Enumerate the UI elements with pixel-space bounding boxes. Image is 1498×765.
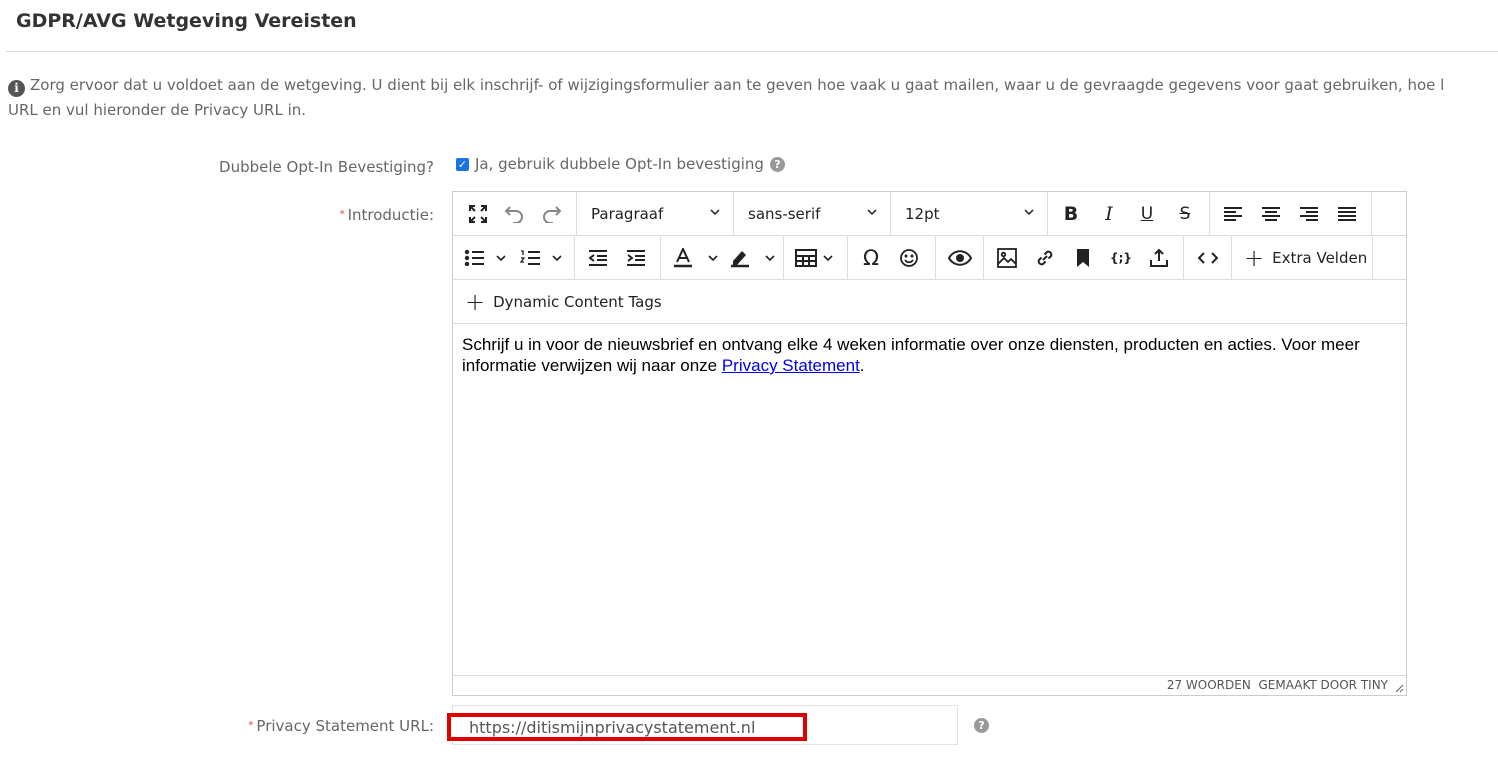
strikethrough-icon[interactable]: S — [1170, 199, 1200, 229]
required-marker: * — [339, 209, 345, 220]
font-size-select[interactable]: 12pt — [891, 192, 1048, 235]
toolbar-group-preview — [936, 236, 984, 279]
preview-eye-icon[interactable] — [945, 243, 975, 273]
privacy-statement-link[interactable]: Privacy Statement — [722, 356, 860, 375]
align-right-icon[interactable] — [1294, 199, 1324, 229]
toolbar-group-insert: Ω — [848, 236, 936, 279]
align-left-icon[interactable] — [1218, 199, 1248, 229]
toolbar-group-align — [1210, 192, 1372, 235]
code-sample-icon[interactable]: {;} — [1106, 243, 1136, 273]
privacy-url-help-icon[interactable]: ? — [974, 718, 989, 733]
extra-fields-label: Extra Velden — [1272, 249, 1368, 267]
numbered-list-icon[interactable] — [519, 243, 565, 273]
toolbar-row-1: Paragraaf sans-serif 12pt B I U S — [453, 192, 1406, 236]
special-char-icon[interactable]: Ω — [856, 243, 886, 273]
toolbar-group-color — [661, 236, 784, 279]
indent-icon[interactable] — [621, 243, 651, 273]
privacy-url-input[interactable] — [447, 713, 807, 741]
bold-icon[interactable]: B — [1056, 199, 1086, 229]
toolbar-group-format: B I U S — [1048, 192, 1210, 235]
intro-label: * Introductie: — [340, 206, 434, 224]
source-code-icon[interactable] — [1193, 243, 1223, 273]
toolbar-group-indent — [575, 236, 661, 279]
image-icon[interactable] — [992, 243, 1022, 273]
privacy-url-wrapper — [447, 705, 958, 745]
toolbar-group-table — [784, 236, 848, 279]
align-center-icon[interactable] — [1256, 199, 1286, 229]
upload-icon[interactable] — [1144, 243, 1174, 273]
toolbar-group-extra: + Extra Velden — [1232, 236, 1373, 279]
editor-statusbar: 27 WOORDEN GEMAAKT DOOR TINY — [453, 675, 1406, 695]
table-icon[interactable] — [794, 243, 840, 273]
info-line-2: URL en vul hieronder de Privacy URL in. — [8, 101, 307, 119]
plus-icon: + — [1244, 244, 1265, 272]
toolbar-group-source — [1184, 236, 1232, 279]
content-end: . — [859, 356, 865, 375]
highlight-color-icon[interactable] — [729, 243, 781, 273]
toolbar-row-2: Ω {;} + Extra Velden — [453, 236, 1406, 280]
chevron-down-icon — [867, 209, 877, 216]
info-text: i Zorg ervoor dat u voldoet aan de wetgev… — [8, 73, 1498, 123]
optin-label: Dubbele Opt-In Bevestiging? — [219, 158, 434, 176]
dynamic-content-tags-label: Dynamic Content Tags — [493, 293, 662, 311]
privacy-url-label-text: Privacy Statement URL: — [256, 717, 434, 735]
word-count[interactable]: 27 WOORDEN — [1167, 678, 1251, 692]
redo-icon[interactable] — [537, 199, 567, 229]
outdent-icon[interactable] — [583, 243, 613, 273]
rich-text-editor[interactable]: Paragraaf sans-serif 12pt B I U S Ω {;} … — [452, 191, 1407, 696]
block-format-value: Paragraaf — [591, 204, 664, 223]
optin-checkbox[interactable]: ✓ — [456, 157, 469, 171]
info-icon: i — [8, 80, 25, 97]
plus-icon: + — [465, 288, 486, 316]
font-family-value: sans-serif — [748, 204, 821, 223]
toolbar-group-history — [453, 192, 577, 235]
required-marker: * — [248, 720, 254, 731]
toolbar-row-3: + Dynamic Content Tags — [453, 280, 1406, 324]
section-divider — [6, 51, 1498, 52]
extra-fields-button[interactable]: + Extra Velden — [1244, 243, 1367, 273]
optin-checkbox-label[interactable]: Ja, gebruik dubbele Opt-In bevestiging — [475, 155, 764, 173]
block-format-select[interactable]: Paragraaf — [577, 192, 734, 235]
content-text: Schrijf u in voor de nieuwsbrief en ontv… — [462, 335, 1360, 375]
intro-label-text: Introductie: — [347, 206, 434, 224]
editor-content[interactable]: Schrijf u in voor de nieuwsbrief en ontv… — [462, 334, 1392, 376]
optin-help-icon[interactable]: ? — [769, 156, 785, 172]
info-line-1: Zorg ervoor dat u voldoet aan de wetgevi… — [30, 76, 1445, 94]
bullet-list-icon[interactable] — [463, 243, 509, 273]
resize-handle-icon[interactable] — [1395, 684, 1404, 693]
link-icon[interactable] — [1030, 243, 1060, 273]
undo-icon[interactable] — [499, 199, 529, 229]
font-family-select[interactable]: sans-serif — [734, 192, 891, 235]
tiny-branding-link[interactable]: GEMAAKT DOOR TINY — [1258, 678, 1388, 692]
underline-icon[interactable]: U — [1132, 199, 1162, 229]
italic-icon[interactable]: I — [1094, 199, 1124, 229]
align-justify-icon[interactable] — [1332, 199, 1362, 229]
text-color-icon[interactable] — [673, 243, 723, 273]
dynamic-content-tags-button[interactable]: + Dynamic Content Tags — [465, 287, 662, 317]
toolbar-group-media: {;} — [984, 236, 1184, 279]
optin-control[interactable]: ✓ Ja, gebruik dubbele Opt-In bevestiging… — [456, 155, 785, 173]
bookmark-icon[interactable] — [1068, 243, 1098, 273]
font-size-value: 12pt — [905, 204, 940, 223]
toolbar-group-lists — [453, 236, 575, 279]
emoji-icon[interactable] — [894, 243, 924, 273]
fullscreen-icon[interactable] — [463, 199, 493, 229]
chevron-down-icon — [1024, 209, 1034, 216]
section-title: GDPR/AVG Wetgeving Vereisten — [16, 10, 357, 32]
privacy-url-label: * Privacy Statement URL: — [248, 717, 434, 735]
chevron-down-icon — [710, 209, 720, 216]
